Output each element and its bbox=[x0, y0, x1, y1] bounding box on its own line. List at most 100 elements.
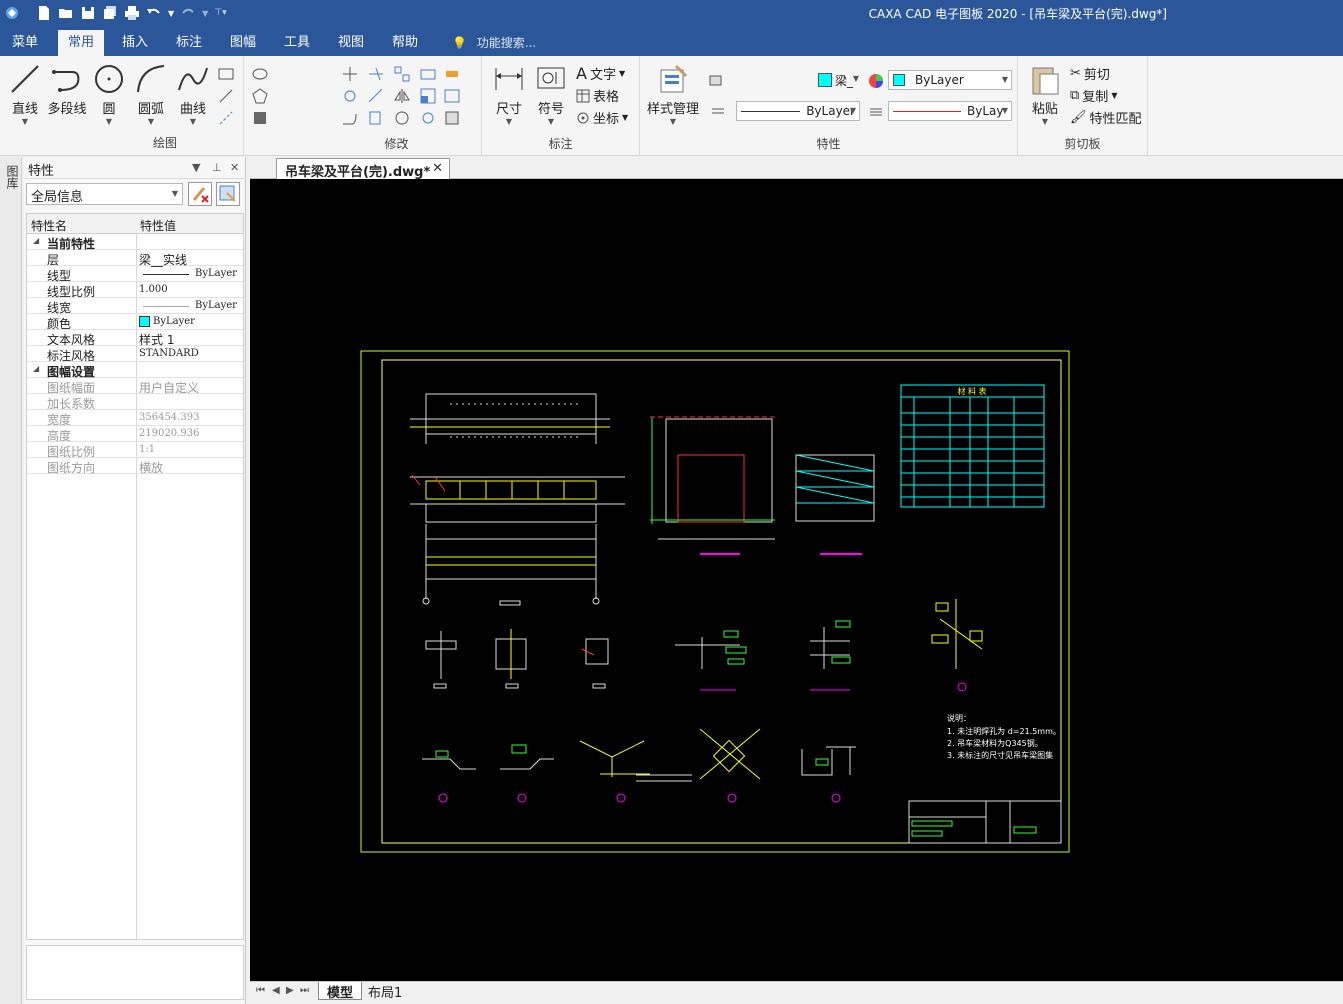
feature-search[interactable]: 💡 功能搜索... bbox=[452, 30, 536, 56]
prop-row-layer[interactable]: 层 梁__实线 bbox=[27, 250, 243, 267]
fillet-icon[interactable] bbox=[342, 110, 358, 126]
arc-icon bbox=[137, 65, 165, 93]
close-icon[interactable]: ✕ bbox=[230, 161, 239, 174]
text-button[interactable]: A 文字 ▼ bbox=[576, 64, 625, 83]
curve-button[interactable]: 曲线 ▼ bbox=[168, 62, 218, 127]
explode-icon[interactable] bbox=[420, 110, 436, 126]
section-current[interactable]: ◢ 当前特性 bbox=[27, 234, 243, 251]
prop-row-linetype[interactable]: 线型 ByLayer bbox=[27, 266, 243, 283]
prop-row-extension[interactable]: 加长系数 bbox=[27, 394, 243, 411]
trim-icon[interactable] bbox=[368, 66, 384, 82]
layer-combo[interactable]: 梁_ ▼ bbox=[746, 70, 862, 90]
undo-icon[interactable] bbox=[146, 5, 162, 21]
tab-annotate[interactable]: 标注 bbox=[166, 30, 212, 56]
last-tab-icon[interactable]: ⏭ bbox=[300, 985, 309, 996]
move-icon[interactable] bbox=[342, 66, 358, 82]
tab-insert[interactable]: 插入 bbox=[112, 30, 158, 56]
hatch-icon[interactable] bbox=[218, 88, 234, 104]
lineweight-combo[interactable]: ByLay ▼ bbox=[888, 101, 1012, 121]
group-modify-label: 修改 bbox=[384, 137, 409, 151]
group-properties-label: 特性 bbox=[816, 137, 841, 151]
clear-selection-button[interactable] bbox=[188, 182, 212, 206]
group-annotate-label: 标注 bbox=[548, 137, 573, 151]
coordinate-button[interactable]: 坐标 ▼ bbox=[576, 108, 628, 127]
match-properties-button[interactable]: 🖌 特性匹配 bbox=[1070, 108, 1142, 127]
table-button[interactable]: 表格 bbox=[576, 86, 619, 105]
library-tab[interactable]: 图库 bbox=[4, 165, 19, 189]
prop-row-dim-style[interactable]: 标注风格 STANDARD bbox=[27, 346, 243, 363]
tab-help[interactable]: 帮助 bbox=[382, 30, 428, 56]
centerline-icon[interactable] bbox=[218, 110, 234, 126]
cut-button[interactable]: ✂ 剪切 bbox=[1070, 64, 1110, 83]
group-clipboard: 粘贴 ▼ ✂ 剪切 ⧉ 复制 ▼ 🖌 特性匹配 剪切板 bbox=[1018, 56, 1148, 156]
tab-menu[interactable]: 菜单 bbox=[2, 30, 48, 56]
prop-row-orientation[interactable]: 图纸方向 横放 bbox=[27, 458, 243, 475]
svg-text:2. 吊车梁材料为Q345钢。: 2. 吊车梁材料为Q345钢。 bbox=[947, 738, 1043, 748]
print-icon[interactable] bbox=[124, 5, 140, 21]
coordinate-icon bbox=[577, 112, 589, 123]
prop-row-color[interactable]: 颜色 ByLayer bbox=[27, 314, 243, 331]
tab-layout1[interactable]: 布局1 bbox=[360, 982, 410, 1001]
tab-model[interactable]: 模型 bbox=[318, 982, 363, 1001]
rectangle-icon[interactable] bbox=[218, 66, 234, 82]
document-tabs: 吊车梁及平台(完).dwg* ✕ bbox=[250, 157, 1343, 180]
dropdown-icon[interactable]: ▼ bbox=[192, 161, 200, 174]
tab-tools[interactable]: 工具 bbox=[274, 30, 320, 56]
erase-icon[interactable] bbox=[444, 66, 460, 82]
quick-select-icon bbox=[219, 185, 236, 202]
array-icon[interactable] bbox=[394, 66, 410, 82]
prop-row-scale[interactable]: 图纸比例 1:1 bbox=[27, 442, 243, 459]
prop-row-height[interactable]: 高度 219020.936 bbox=[27, 426, 243, 443]
linetype-combo[interactable]: ByLayer ▼ bbox=[736, 101, 860, 121]
polygon-icon[interactable] bbox=[252, 88, 268, 104]
title-block bbox=[908, 800, 1062, 844]
paste-button[interactable]: 粘贴 ▼ bbox=[1022, 62, 1068, 127]
next-tab-icon[interactable]: ▶ bbox=[286, 985, 294, 996]
redo-icon[interactable] bbox=[180, 5, 196, 21]
rotate-icon[interactable] bbox=[394, 110, 410, 126]
extend-icon[interactable] bbox=[368, 88, 384, 104]
fill-icon[interactable] bbox=[252, 110, 268, 126]
ellipse-icon[interactable] bbox=[252, 66, 268, 82]
quick-select-button[interactable] bbox=[216, 182, 240, 206]
mirror-icon[interactable] bbox=[394, 88, 410, 104]
copy-move-icon[interactable] bbox=[342, 88, 358, 104]
stretch-icon[interactable] bbox=[420, 66, 436, 82]
scale-icon[interactable] bbox=[420, 88, 436, 104]
prop-row-lineweight[interactable]: 线宽 ByLayer bbox=[27, 298, 243, 315]
elevation-drawing-top bbox=[410, 393, 610, 444]
section-sheet[interactable]: ◢ 图幅设置 bbox=[27, 362, 243, 379]
tab-sheet[interactable]: 图幅 bbox=[220, 30, 266, 56]
detail-row-1 bbox=[425, 599, 983, 692]
open-file-icon[interactable] bbox=[58, 5, 74, 21]
drawing-canvas[interactable]: 材 料 表 说明： 1. 未注明焊孔为 d=21.5mm。 2. 吊车梁材料为Q… bbox=[250, 179, 1343, 981]
cad-drawing: 材 料 表 说明： 1. 未注明焊孔为 d=21.5mm。 2. 吊车梁材料为Q… bbox=[360, 350, 1070, 853]
app-logo-icon[interactable] bbox=[4, 5, 20, 21]
edit-block-icon[interactable] bbox=[444, 110, 460, 126]
tab-view[interactable]: 视图 bbox=[328, 30, 374, 56]
prop-row-width[interactable]: 宽度 356454.393 bbox=[27, 410, 243, 427]
prop-row-sheet-size[interactable]: 图纸幅面 用户自定义 bbox=[27, 378, 243, 395]
prop-row-linetype-scale[interactable]: 线型比例 1.000 bbox=[27, 282, 243, 299]
pin-icon[interactable]: ⊥ bbox=[212, 161, 222, 174]
caxa-window: ▼ ▼ ⊤▾ CAXA CAD 电子图板 2020 - [吊车梁及平台(完).d… bbox=[0, 0, 1343, 1004]
first-tab-icon[interactable]: ⏮ bbox=[256, 985, 265, 996]
break-icon[interactable] bbox=[444, 88, 460, 104]
color-wheel-icon[interactable] bbox=[868, 73, 884, 89]
save-icon[interactable] bbox=[80, 5, 96, 21]
close-document-icon[interactable]: ✕ bbox=[432, 161, 443, 176]
color-combo[interactable]: ByLayer ▼ bbox=[888, 70, 1012, 90]
material-table bbox=[900, 384, 1045, 508]
prev-tab-icon[interactable]: ◀ bbox=[272, 985, 280, 996]
properties-filter-select[interactable]: 全局信息 ▼ bbox=[26, 183, 183, 205]
new-file-icon[interactable] bbox=[36, 5, 52, 21]
layer-state-icon[interactable] bbox=[708, 72, 724, 88]
document-tab[interactable]: 吊车梁及平台(完).dwg* ✕ bbox=[276, 158, 450, 180]
symbol-button[interactable]: 符号 ▼ bbox=[526, 62, 576, 127]
prop-row-text-style[interactable]: 文本风格 样式 1 bbox=[27, 330, 243, 347]
save-all-icon[interactable] bbox=[102, 5, 118, 21]
offset-icon[interactable] bbox=[368, 110, 384, 126]
copy-button[interactable]: ⧉ 复制 ▼ bbox=[1070, 86, 1117, 105]
tab-common[interactable]: 常用 bbox=[58, 30, 105, 56]
style-manager-button[interactable]: 样式管理 ▼ bbox=[644, 62, 702, 127]
